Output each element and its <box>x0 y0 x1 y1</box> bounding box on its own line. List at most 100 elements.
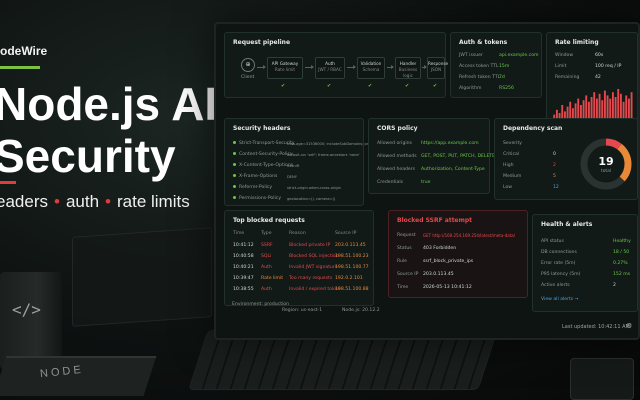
cell-ip: 203.0.113.45 <box>335 243 366 248</box>
stage-auth[interactable]: Auth JWT / RBAC <box>315 57 345 79</box>
stage-validation[interactable]: Validation Schema <box>357 57 385 79</box>
brand-name: odeWire <box>0 44 48 58</box>
health-value: Healthy <box>613 239 631 244</box>
deps-key: Critical <box>503 152 520 157</box>
cell-time: 10:41:12 <box>233 243 254 248</box>
cell-ip: 198.51.100.77 <box>335 265 369 270</box>
hero-title: Node.js API Security <box>0 78 248 182</box>
auth-title: Auth & tokens <box>459 39 508 46</box>
cell-type: Auth <box>261 265 272 270</box>
hero-title-line2: Security <box>0 130 176 182</box>
client-label: Client <box>241 75 255 80</box>
check-icon: ✔ <box>368 83 373 89</box>
header-key: Content-Security-Policy <box>239 152 293 157</box>
stage-sub: Schema <box>362 67 380 72</box>
desk-device <box>570 358 634 400</box>
status-dot <box>233 174 236 177</box>
deps-value: 2 <box>553 163 556 168</box>
cors-key: Allowed headers <box>377 167 416 172</box>
stage-api-gateway[interactable]: API Gateway Rate limit <box>267 57 303 79</box>
cell-type: Auth <box>261 287 272 292</box>
cell-reason: Blocked private IP <box>289 243 331 248</box>
headers-panel: Security headers Strict-Transport-Securi… <box>224 118 378 206</box>
rate-value: 60s <box>595 53 604 58</box>
deps-key: High <box>503 163 514 168</box>
auth-key: Algorithm <box>459 86 482 91</box>
cors-key: Credentials <box>377 180 404 185</box>
client-icon: ⊕ <box>241 58 255 72</box>
view-alerts-link[interactable]: View all alerts → <box>541 297 579 303</box>
deps-value: 12 <box>553 185 559 190</box>
cell-time: 10:40:21 <box>233 265 254 270</box>
rate-bar-chart <box>553 89 633 121</box>
footer-region: Region: us-east-1 <box>282 308 323 313</box>
hero-accent-bar <box>0 181 16 184</box>
check-icon: ✔ <box>327 83 332 89</box>
rate-bar <box>603 90 606 121</box>
stage-handler[interactable]: Handler Business logic <box>395 57 421 79</box>
ssrf-title: Blocked SSRF attempt <box>397 217 473 224</box>
ssrf-value: 403 Forbidden <box>423 246 457 251</box>
tagline-headers: eaders <box>0 192 48 211</box>
cell-type: Rate limit <box>261 276 284 281</box>
rate-bar <box>630 92 633 121</box>
ssrf-panel: Blocked SSRF attempt Request GET http://… <box>388 210 528 298</box>
headers-title: Security headers <box>233 125 291 132</box>
ssrf-value: ssrf_block_private_ips <box>423 259 474 264</box>
header-value: max-age=31536000; includeSubDomains; pre… <box>287 142 379 146</box>
deps-title: Dependency scan <box>503 125 563 132</box>
stage-sub: JSON <box>430 67 442 72</box>
health-value: 2 <box>613 283 616 288</box>
auth-value: 15m <box>499 64 510 69</box>
gear-icon[interactable]: ⚙ <box>626 322 632 330</box>
stage-sub: JWT / RBAC <box>318 67 342 72</box>
check-icon: ✔ <box>281 83 286 89</box>
tagline-auth: auth <box>65 192 100 211</box>
rate-panel: Rate limiting Window 60s Limit 100 req /… <box>546 32 638 128</box>
health-key: DB connections <box>541 250 577 255</box>
health-value: 152 ms <box>613 272 631 277</box>
ssrf-key: Status <box>397 246 412 251</box>
pipeline-title: Request pipeline <box>233 39 291 46</box>
auth-key: Access token TTL <box>459 64 499 69</box>
status-dot <box>233 152 236 155</box>
rate-key: Window <box>555 53 574 58</box>
header-key: Referrer-Policy <box>239 185 273 190</box>
health-value: 18 / 50 <box>613 250 630 255</box>
deps-value: 0 <box>553 152 556 157</box>
cors-key: Allowed methods <box>377 154 417 159</box>
tagline-rate-limits: rate limits <box>116 192 190 211</box>
cell-reason: Too many requests <box>289 276 333 281</box>
health-title: Health & alerts <box>541 221 593 228</box>
cors-value: Authorization, Content-Type <box>421 167 485 172</box>
ssrf-value: GET http://169.254.169.254/latest/meta-d… <box>423 233 516 238</box>
cell-reason: Invalid / expired token <box>289 287 341 292</box>
ssrf-key: Source IP <box>397 272 419 277</box>
col-header-reason: Reason <box>289 231 306 236</box>
check-icon: ✔ <box>405 83 410 89</box>
stage-response[interactable]: Response JSON <box>427 57 448 79</box>
status-dot <box>233 185 236 188</box>
rate-value: 100 req / IP <box>595 64 622 69</box>
auth-value: api.example.com <box>499 53 539 58</box>
header-value: strict-origin-when-cross-origin <box>287 186 341 190</box>
rate-bar <box>619 93 622 121</box>
pipeline-arrow <box>305 65 314 69</box>
header-value: nosniff <box>287 164 300 168</box>
pipeline-arrow <box>422 65 427 69</box>
rate-bar <box>617 89 620 121</box>
cell-ip: 192.0.2.101 <box>335 276 363 281</box>
blocked-title: Top blocked requests <box>233 217 305 224</box>
cell-time: 10:40:58 <box>233 254 254 259</box>
cell-reason: Invalid JWT signature <box>289 265 338 270</box>
cors-value: GET, POST, PUT, PATCH, DELETE <box>421 154 496 159</box>
health-key: P95 latency (5m) <box>541 272 581 277</box>
rate-title: Rate limiting <box>555 39 599 46</box>
monitor-dashboard: Request pipeline ⊕ Client API Gateway Ra… <box>214 22 640 340</box>
header-value: default-src 'self'; frame-ancestors 'non… <box>287 153 360 157</box>
pipeline-panel: Request pipeline ⊕ Client API Gateway Ra… <box>224 32 448 98</box>
code-icon: </> <box>12 300 41 319</box>
auth-value: RS256 <box>499 86 514 91</box>
header-value: DENY <box>287 175 297 179</box>
col-header-type: Type <box>261 231 272 236</box>
